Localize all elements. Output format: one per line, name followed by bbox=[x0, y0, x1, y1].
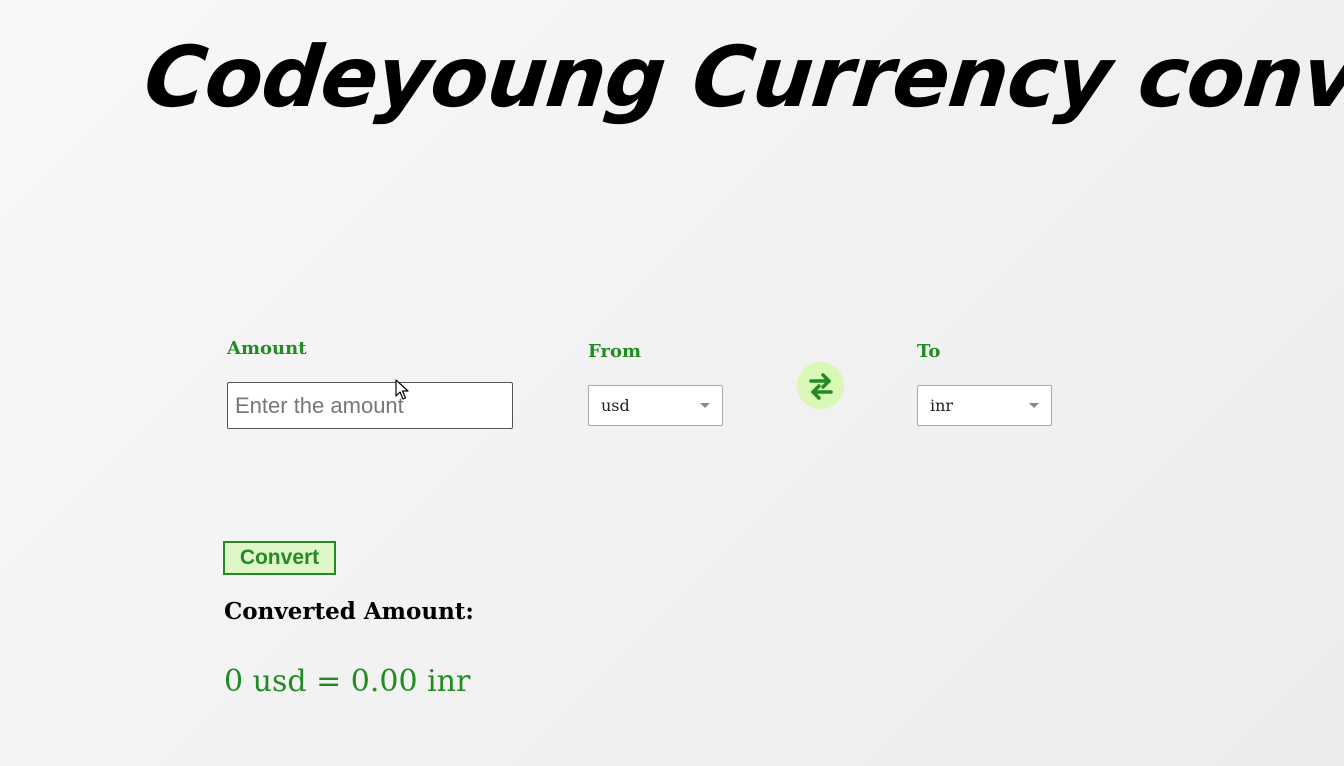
amount-input[interactable] bbox=[227, 382, 513, 429]
chevron-down-icon bbox=[1029, 403, 1039, 408]
to-currency-value: inr bbox=[930, 396, 954, 415]
page-title: Codeyoung Currency converter bbox=[139, 28, 1344, 126]
convert-button[interactable]: Convert bbox=[223, 541, 336, 575]
from-currency-select[interactable]: usd bbox=[588, 385, 723, 426]
mouse-cursor-icon bbox=[395, 379, 409, 400]
converted-amount-label: Converted Amount: bbox=[224, 598, 474, 625]
swap-arrows-icon bbox=[808, 372, 833, 400]
to-label: To bbox=[917, 341, 941, 362]
from-currency-value: usd bbox=[601, 396, 630, 415]
chevron-down-icon bbox=[700, 403, 710, 408]
from-label: From bbox=[588, 341, 641, 362]
converted-amount-result: 0 usd = 0.00 inr bbox=[224, 664, 471, 699]
amount-label: Amount bbox=[227, 338, 307, 359]
to-currency-select[interactable]: inr bbox=[917, 385, 1052, 426]
swap-button[interactable] bbox=[797, 362, 844, 409]
